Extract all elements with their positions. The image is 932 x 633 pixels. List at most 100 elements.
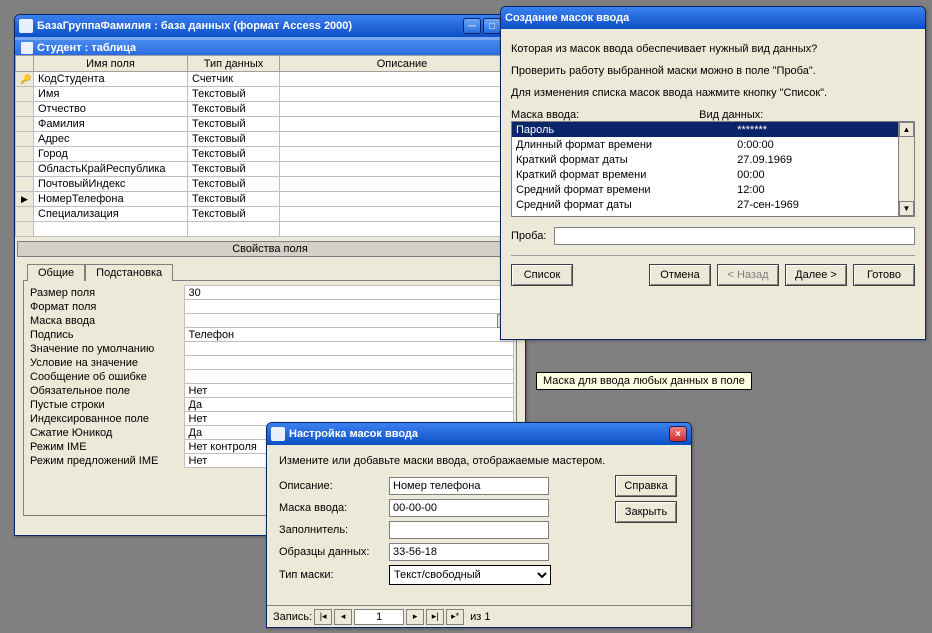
close-form-button[interactable]: Закрыть bbox=[615, 501, 677, 523]
field-type-cell[interactable]: Текстовый bbox=[188, 117, 280, 132]
mask-list-row[interactable]: Средний формат даты27-сен-1969 bbox=[512, 197, 914, 212]
mask-list[interactable]: Пароль*******Длинный формат времени0:00:… bbox=[511, 121, 915, 217]
input-mask-wizard: Создание масок ввода Которая из масок вв… bbox=[500, 6, 926, 340]
next-button[interactable]: Далее > bbox=[785, 264, 847, 286]
field-type-cell[interactable]: Текстовый bbox=[188, 162, 280, 177]
try-input[interactable] bbox=[554, 227, 915, 245]
row-marker[interactable] bbox=[16, 207, 34, 222]
field-desc-cell[interactable] bbox=[280, 162, 525, 177]
field-name-cell[interactable]: ПочтовыйИндекс bbox=[34, 177, 188, 192]
prop-label: Режим предложений IME bbox=[26, 454, 184, 468]
field-name-cell[interactable]: Фамилия bbox=[34, 117, 188, 132]
row-marker[interactable] bbox=[16, 177, 34, 192]
nav-record-input[interactable] bbox=[354, 609, 404, 625]
mask-list-row[interactable]: Краткий формат времени00:00 bbox=[512, 167, 914, 182]
scroll-down-button[interactable]: ▼ bbox=[899, 201, 914, 216]
row-marker[interactable] bbox=[16, 162, 34, 177]
customize-titlebar[interactable]: Настройка масок ввода × bbox=[267, 423, 691, 445]
field-grid[interactable]: Имя поля Тип данных Описание 🔑 КодСтуден… bbox=[15, 55, 525, 237]
nav-prev-button[interactable]: ◂ bbox=[334, 609, 352, 625]
fill-input[interactable] bbox=[389, 521, 549, 539]
field-name-cell[interactable]: Имя bbox=[34, 87, 188, 102]
record-navigator: Запись: |◂ ◂ ▸ ▸| ▸* из 1 bbox=[267, 605, 691, 627]
field-type-cell[interactable]: Текстовый bbox=[188, 87, 280, 102]
customize-close-button[interactable]: × bbox=[669, 426, 687, 442]
nav-next-button[interactable]: ▸ bbox=[406, 609, 424, 625]
mask-list-row[interactable]: Краткий формат даты27.09.1969 bbox=[512, 152, 914, 167]
col-type[interactable]: Тип данных bbox=[188, 56, 280, 72]
customize-icon bbox=[271, 427, 285, 441]
mask-list-row[interactable]: Длинный формат времени0:00:00 bbox=[512, 137, 914, 152]
mask-list-row[interactable]: Средний формат времени12:00 bbox=[512, 182, 914, 197]
field-type-cell[interactable]: Текстовый bbox=[188, 132, 280, 147]
wizard-text3: Для изменения списка масок ввода нажмите… bbox=[511, 87, 915, 99]
field-type-cell[interactable]: Текстовый bbox=[188, 207, 280, 222]
desc-input[interactable] bbox=[389, 477, 549, 495]
prop-value[interactable] bbox=[184, 356, 514, 370]
field-type-cell[interactable]: Текстовый bbox=[188, 192, 280, 207]
field-name-cell[interactable]: ОбластьКрайРеспублика bbox=[34, 162, 188, 177]
prop-value[interactable] bbox=[184, 370, 514, 384]
help-button[interactable]: Справка bbox=[615, 475, 677, 497]
cancel-button[interactable]: Отмена bbox=[649, 264, 711, 286]
field-desc-cell[interactable] bbox=[280, 192, 525, 207]
row-marker[interactable] bbox=[16, 147, 34, 162]
field-name-cell[interactable]: КодСтудента bbox=[34, 72, 188, 87]
row-marker[interactable] bbox=[16, 132, 34, 147]
field-name-cell[interactable]: НомерТелефона bbox=[34, 192, 188, 207]
row-marker[interactable]: 🔑 bbox=[16, 72, 34, 87]
db-titlebar[interactable]: БазаГруппаФамилия : база данных (формат … bbox=[15, 15, 525, 37]
tooltip-hint: Маска для ввода любых данных в поле bbox=[536, 372, 752, 390]
sample-input[interactable] bbox=[389, 543, 549, 561]
prop-label: Обязательное поле bbox=[26, 384, 184, 398]
field-desc-cell[interactable] bbox=[280, 72, 525, 87]
list-button[interactable]: Список bbox=[511, 264, 573, 286]
prop-value[interactable]: Телефон bbox=[184, 328, 514, 342]
prop-value[interactable]: 30 bbox=[184, 286, 514, 300]
minimize-button[interactable]: ─ bbox=[463, 18, 481, 34]
row-marker[interactable] bbox=[16, 102, 34, 117]
prop-value[interactable]: Нет bbox=[184, 384, 514, 398]
wizard-text2: Проверить работу выбранной маски можно в… bbox=[511, 65, 915, 77]
col-name[interactable]: Имя поля bbox=[34, 56, 188, 72]
mask-list-row[interactable]: Пароль******* bbox=[512, 122, 914, 137]
field-name-cell[interactable]: Адрес bbox=[34, 132, 188, 147]
type-select[interactable]: Текст/свободный bbox=[389, 565, 551, 585]
field-desc-cell[interactable] bbox=[280, 87, 525, 102]
wizard-titlebar[interactable]: Создание масок ввода bbox=[501, 7, 925, 29]
maximize-button[interactable]: □ bbox=[483, 18, 501, 34]
field-desc-cell[interactable] bbox=[280, 117, 525, 132]
nav-last-button[interactable]: ▸| bbox=[426, 609, 444, 625]
customize-masks-window: Настройка масок ввода × Измените или доб… bbox=[266, 422, 692, 628]
col-desc[interactable]: Описание bbox=[280, 56, 525, 72]
row-marker[interactable] bbox=[16, 117, 34, 132]
prop-value[interactable]: Да bbox=[184, 398, 514, 412]
field-type-cell[interactable]: Текстовый bbox=[188, 147, 280, 162]
prop-value[interactable] bbox=[184, 300, 514, 314]
nav-new-button[interactable]: ▸* bbox=[446, 609, 464, 625]
mask-input[interactable] bbox=[389, 499, 549, 517]
scroll-up-button[interactable]: ▲ bbox=[899, 122, 914, 137]
field-type-cell[interactable]: Текстовый bbox=[188, 177, 280, 192]
field-name-cell[interactable]: Город bbox=[34, 147, 188, 162]
tab-lookup[interactable]: Подстановка bbox=[85, 264, 173, 281]
field-type-cell[interactable]: Счетчик bbox=[188, 72, 280, 87]
field-desc-cell[interactable] bbox=[280, 132, 525, 147]
nav-first-button[interactable]: |◂ bbox=[314, 609, 332, 625]
field-desc-cell[interactable] bbox=[280, 177, 525, 192]
record-label: Запись: bbox=[273, 611, 312, 623]
mask-list-scrollbar[interactable]: ▲ ▼ bbox=[898, 122, 914, 216]
back-button[interactable]: < Назад bbox=[717, 264, 779, 286]
finish-button[interactable]: Готово bbox=[853, 264, 915, 286]
field-name-cell[interactable]: Специализация bbox=[34, 207, 188, 222]
row-marker[interactable]: ▶ bbox=[16, 192, 34, 207]
field-name-cell[interactable]: Отчество bbox=[34, 102, 188, 117]
field-type-cell[interactable]: Текстовый bbox=[188, 102, 280, 117]
row-marker[interactable] bbox=[16, 87, 34, 102]
prop-value[interactable] bbox=[184, 342, 514, 356]
field-desc-cell[interactable] bbox=[280, 102, 525, 117]
field-desc-cell[interactable] bbox=[280, 207, 525, 222]
field-desc-cell[interactable] bbox=[280, 147, 525, 162]
tab-general[interactable]: Общие bbox=[27, 264, 85, 281]
prop-value[interactable]: … bbox=[184, 314, 514, 328]
